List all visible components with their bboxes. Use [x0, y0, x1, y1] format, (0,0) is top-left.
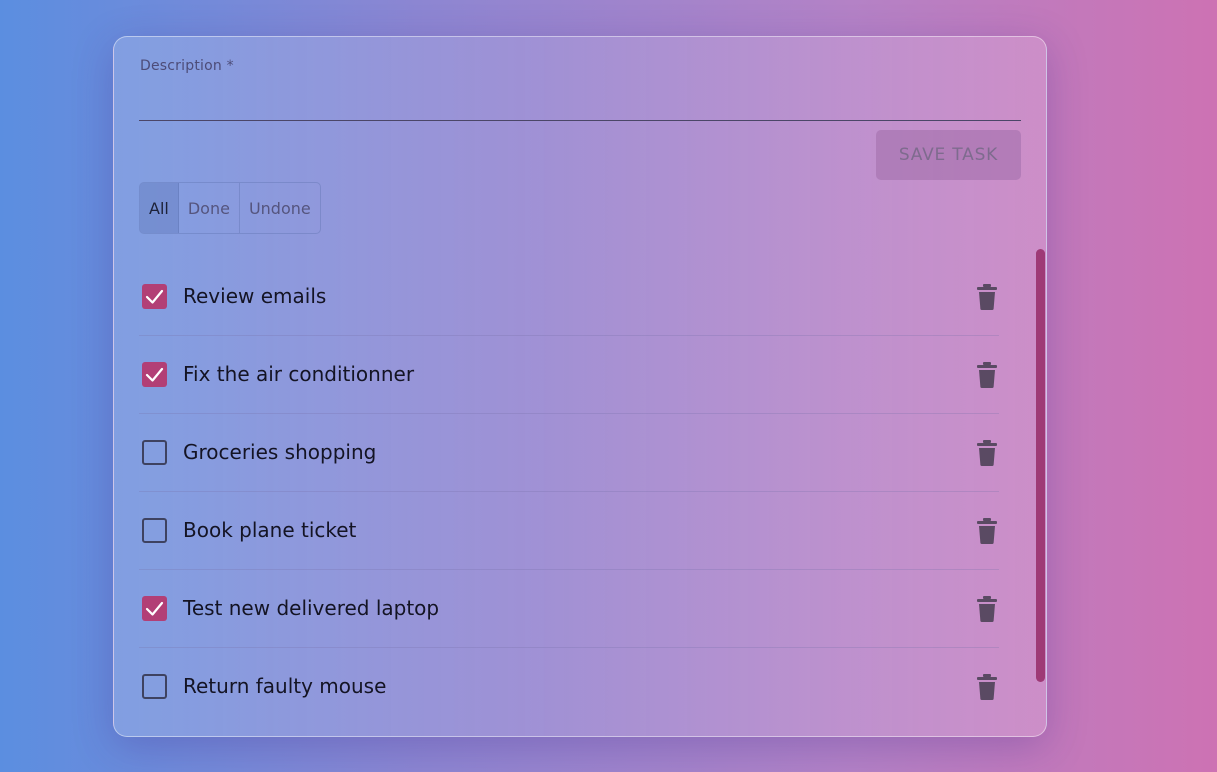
task-text: Fix the air conditionner	[183, 362, 415, 386]
task-text: Groceries shopping	[183, 440, 377, 464]
trash-icon[interactable]	[975, 439, 999, 467]
task-checkbox[interactable]	[142, 596, 167, 621]
task-item: Return faulty mouse	[139, 648, 999, 725]
filter-done-button[interactable]: Done	[179, 183, 240, 233]
todo-card: Description * SAVE TASK All Done Undone …	[113, 36, 1047, 737]
scrollbar-thumb[interactable]	[1036, 249, 1045, 682]
task-item: Fix the air conditionner	[139, 336, 999, 414]
task-list: Review emails Fix the air conditionner G…	[139, 258, 999, 725]
check-icon	[145, 601, 164, 616]
task-text: Test new delivered laptop	[183, 596, 440, 620]
task-checkbox[interactable]	[142, 674, 167, 699]
description-input[interactable]	[139, 82, 1021, 121]
description-label: Description *	[140, 58, 234, 74]
trash-icon[interactable]	[975, 517, 999, 545]
task-text: Return faulty mouse	[183, 674, 387, 698]
task-item: Review emails	[139, 258, 999, 336]
filter-all-button[interactable]: All	[140, 183, 179, 233]
save-task-button[interactable]: SAVE TASK	[876, 130, 1021, 180]
task-checkbox[interactable]	[142, 284, 167, 309]
task-item: Test new delivered laptop	[139, 570, 999, 648]
task-checkbox[interactable]	[142, 362, 167, 387]
task-checkbox[interactable]	[142, 440, 167, 465]
trash-icon[interactable]	[975, 673, 999, 701]
check-icon	[145, 289, 164, 304]
filter-toggle-group: All Done Undone	[139, 182, 321, 234]
trash-icon[interactable]	[975, 283, 999, 311]
filter-undone-button[interactable]: Undone	[240, 183, 320, 233]
task-checkbox[interactable]	[142, 518, 167, 543]
task-text: Book plane ticket	[183, 518, 357, 542]
check-icon	[145, 367, 164, 382]
task-item: Book plane ticket	[139, 492, 999, 570]
task-item: Groceries shopping	[139, 414, 999, 492]
trash-icon[interactable]	[975, 595, 999, 623]
trash-icon[interactable]	[975, 361, 999, 389]
task-text: Review emails	[183, 284, 327, 308]
